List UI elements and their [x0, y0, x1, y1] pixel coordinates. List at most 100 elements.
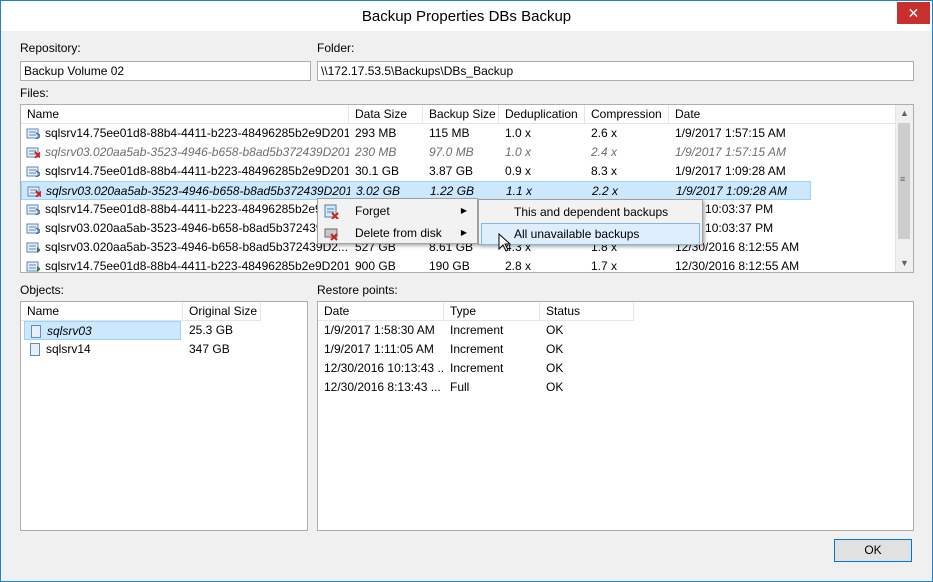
submenu-arrow-icon: ▶ — [460, 228, 467, 237]
file-cell-date: 1/9/2017 1:57:15 AM — [675, 126, 786, 140]
file-cell-dedup: 2.8 x — [505, 259, 532, 273]
backup-file-icon — [26, 166, 40, 177]
restore-point-status: OK — [546, 361, 564, 375]
object-row[interactable]: sqlsrv14 — [24, 340, 181, 359]
file-cell-name: sqlsrv14.75ee01d8-88b4-4411-b223-4849628… — [45, 202, 349, 216]
restore-column-type[interactable]: Type — [444, 302, 540, 321]
restore-point-status: OK — [546, 323, 564, 337]
unavailable-file-icon — [27, 186, 41, 197]
submenu-item-this-and-dependent[interactable]: This and dependent backups — [481, 201, 700, 223]
window-title: Backup Properties DBs Backup — [361, 8, 572, 25]
files-column-deduplication[interactable]: Deduplication — [499, 105, 585, 124]
file-cell-date: 1/9/2017 1:57:15 AM — [675, 145, 786, 159]
scroll-down-arrow-icon[interactable]: ▼ — [896, 255, 913, 272]
file-cell-name: sqlsrv03.020aa5ab-3523-4946-b658-b8ad5b3… — [45, 240, 348, 254]
repository-field[interactable]: Backup Volume 02 — [20, 61, 311, 81]
file-cell-date: 12/30/2016 8:12:55 AM — [675, 259, 800, 273]
file-cell-name: sqlsrv03.020aa5ab-3523-4946-b658-b8ad5b3… — [45, 145, 349, 159]
file-cell-data-size: 900 GB — [355, 259, 396, 273]
menu-item-forget-label: Forget — [355, 204, 390, 218]
database-icon — [31, 325, 41, 338]
restore-column-status[interactable]: Status — [540, 302, 634, 321]
folder-label: Folder: — [317, 41, 355, 55]
submenu-item-all-unavailable-label: All unavailable backups — [514, 227, 640, 241]
file-cell-backup-size: 97.0 MB — [429, 145, 474, 159]
full-backup-file-icon — [26, 261, 40, 272]
file-cell-backup-size: 3.87 GB — [429, 164, 474, 178]
file-cell-dedup: 0.9 x — [505, 164, 532, 178]
files-label: Files: — [20, 86, 49, 100]
restore-point-status: OK — [546, 380, 564, 394]
restore-point-row[interactable]: 1/9/2017 1:11:05 AM Increment OK — [318, 340, 897, 359]
restore-point-row[interactable]: 12/30/2016 10:13:43 ... Increment OK — [318, 359, 897, 378]
submenu-item-all-unavailable[interactable]: All unavailable backups — [481, 223, 700, 245]
file-cell-name: sqlsrv14.75ee01d8-88b4-4411-b223-4849628… — [45, 164, 349, 178]
object-size: 25.3 GB — [189, 323, 234, 337]
restore-column-date[interactable]: Date — [318, 302, 444, 321]
restore-point-type: Increment — [450, 361, 504, 375]
restore-point-type: Full — [450, 380, 470, 394]
file-cell-date: 2016 10:03:37 PM — [675, 221, 774, 235]
backup-properties-window: Backup Properties DBs Backup ✕ Repositor… — [0, 0, 933, 582]
file-cell-compression: 2.6 x — [591, 126, 618, 140]
scroll-up-arrow-icon[interactable]: ▲ — [896, 105, 913, 122]
title-bar[interactable]: Backup Properties DBs Backup ✕ — [1, 1, 932, 31]
file-row[interactable]: sqlsrv14.75ee01d8-88b4-4411-b223-4849628… — [21, 162, 896, 181]
backup-file-icon — [26, 223, 40, 234]
files-column-date[interactable]: Date — [669, 105, 896, 124]
unavailable-file-icon — [26, 147, 40, 158]
file-cell-date: 12/30/2016 8:12:55 AM — [675, 240, 800, 254]
file-cell-data-size: 30.1 GB — [355, 164, 400, 178]
restore-point-date: 12/30/2016 8:13:43 ... — [324, 380, 441, 394]
objects-column-name[interactable]: Name — [21, 302, 183, 321]
objects-label: Objects: — [20, 283, 65, 297]
menu-item-delete-label: Delete from disk — [355, 226, 442, 240]
restore-point-row[interactable]: 12/30/2016 8:13:43 ... Full OK — [318, 378, 897, 397]
files-list[interactable]: Name Data Size Backup Size Deduplication… — [20, 104, 914, 273]
close-button[interactable]: ✕ — [897, 2, 930, 24]
objects-column-original-size[interactable]: Original Size — [183, 302, 261, 321]
object-name: sqlsrv14 — [46, 342, 91, 356]
files-column-name[interactable]: Name — [21, 105, 349, 124]
file-cell-data-size: 230 MB — [355, 145, 397, 159]
file-cell-compression: 2.4 x — [591, 145, 618, 159]
restore-point-date: 12/30/2016 10:13:43 ... — [324, 361, 444, 375]
restore-point-date: 1/9/2017 1:58:30 AM — [324, 323, 435, 337]
delete-from-disk-icon — [324, 228, 338, 241]
file-cell-name: sqlsrv03.020aa5ab-3523-4946-b658-b8ad5b3… — [45, 221, 348, 235]
menu-item-forget[interactable]: Forget ▶ — [320, 200, 475, 222]
object-size: 347 GB — [189, 342, 230, 356]
restore-point-type: Increment — [450, 323, 504, 337]
object-row[interactable]: sqlsrv03 — [24, 321, 181, 340]
objects-list[interactable]: Name Original Size sqlsrv03 25.3 GB sqls… — [20, 301, 308, 531]
restore-point-row[interactable]: 1/9/2017 1:58:30 AM Increment OK — [318, 321, 897, 340]
folder-field[interactable]: \\172.17.53.5\Backups\DBs_Backup — [317, 61, 914, 81]
object-name: sqlsrv03 — [47, 324, 92, 338]
backup-file-icon — [26, 128, 40, 139]
forget-icon — [324, 204, 339, 219]
file-cell-name: sqlsrv03.020aa5ab-3523-4946-b658-b8ad5b3… — [46, 184, 350, 198]
files-scrollbar[interactable]: ▲ ≡ ▼ — [895, 105, 913, 272]
restore-points-list[interactable]: Date Type Status 1/9/2017 1:58:30 AM Incr… — [317, 301, 914, 531]
file-cell-name: sqlsrv14.75ee01d8-88b4-4411-b223-4849628… — [45, 259, 349, 273]
context-menu: Forget ▶ Delete from disk ▶ — [317, 198, 478, 244]
file-cell-backup-size: 190 GB — [429, 259, 470, 273]
file-row[interactable]: sqlsrv14.75ee01d8-88b4-4411-b223-4849628… — [21, 257, 896, 273]
files-column-compression[interactable]: Compression — [585, 105, 669, 124]
files-column-data-size[interactable]: Data Size — [349, 105, 423, 124]
file-row[interactable]: sqlsrv14.75ee01d8-88b4-4411-b223-4849628… — [21, 124, 896, 143]
mouse-cursor-icon — [498, 233, 512, 252]
scroll-grip-icon: ≡ — [900, 174, 906, 184]
file-cell-name: sqlsrv14.75ee01d8-88b4-4411-b223-4849628… — [45, 126, 349, 140]
file-cell-compression: 8.3 x — [591, 164, 618, 178]
file-cell-date: 2016 10:03:37 PM — [675, 202, 774, 216]
file-row[interactable]: sqlsrv03.020aa5ab-3523-4946-b658-b8ad5b3… — [21, 143, 896, 162]
restore-point-type: Increment — [450, 342, 504, 356]
file-cell-date: 1/9/2017 1:09:28 AM — [676, 184, 787, 198]
files-column-backup-size[interactable]: Backup Size — [423, 105, 499, 124]
file-cell-date: 1/9/2017 1:09:28 AM — [675, 164, 786, 178]
restore-point-date: 1/9/2017 1:11:05 AM — [324, 342, 434, 356]
file-cell-compression: 1.7 x — [591, 259, 618, 273]
ok-button[interactable]: OK — [834, 539, 912, 562]
menu-item-delete-from-disk[interactable]: Delete from disk ▶ — [320, 222, 475, 244]
